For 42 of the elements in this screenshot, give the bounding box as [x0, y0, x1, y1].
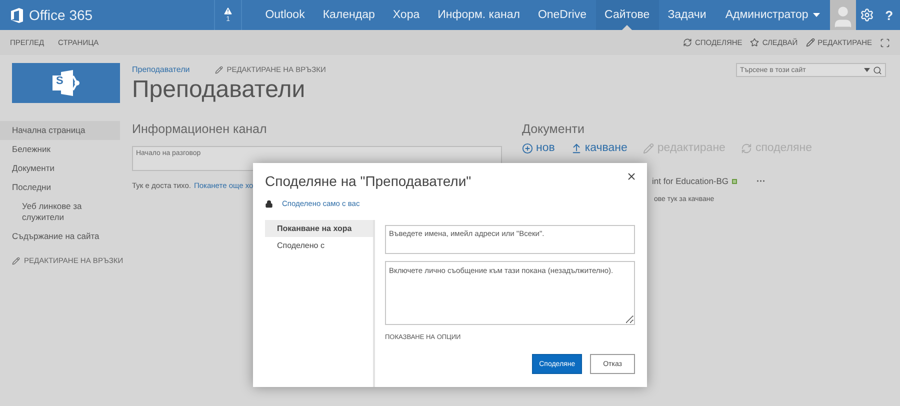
nav-link[interactable]: Бележник	[0, 140, 120, 159]
lock-icon	[265, 200, 273, 208]
site-title: Преподаватели	[132, 76, 306, 104]
office-logo-icon	[10, 8, 24, 22]
logo-letter: S	[56, 75, 64, 87]
breadcrumb-link[interactable]: Преподаватели	[132, 65, 190, 74]
nav-link[interactable]: Начална страница	[0, 121, 120, 140]
upload-icon	[570, 142, 582, 154]
dialog-title: Споделяне на "Преподаватели"	[265, 173, 472, 189]
nav-link[interactable]: Уеб линкове за служители	[0, 197, 120, 227]
section-heading: Документи	[522, 122, 586, 136]
document-action[interactable]: нов	[522, 142, 555, 154]
brand-name: Office 365	[29, 7, 93, 23]
nav-link[interactable]: Информ. канал	[428, 0, 529, 30]
user-menu[interactable]: Администратор	[715, 0, 830, 30]
pencil-icon	[214, 66, 223, 74]
document-link[interactable]: int for Education-BG	[652, 176, 737, 186]
search-icon	[873, 66, 882, 74]
nav-link[interactable]: Outlook	[256, 0, 314, 30]
new-icon	[522, 142, 533, 154]
nav-link[interactable]: Хора	[384, 0, 429, 30]
nav-link[interactable]: Документи	[0, 159, 120, 178]
nav-link[interactable]: Календар	[314, 0, 384, 30]
caret-icon	[864, 68, 870, 72]
nav-link[interactable]: Задачи	[658, 0, 716, 30]
dialog-tab[interactable]: Поканване на хора	[265, 220, 373, 237]
close-button[interactable]	[626, 171, 637, 182]
sharepoint-logo-icon	[51, 70, 81, 96]
nav-link[interactable]: Сайтове	[596, 0, 659, 30]
more-button[interactable]: ···	[756, 176, 766, 186]
nav-link[interactable]: OneDrive	[528, 0, 596, 30]
focus-icon[interactable]	[880, 38, 890, 48]
section-heading: Информационен канал	[132, 122, 268, 136]
caret-icon	[813, 13, 820, 17]
dialog-tab[interactable]: Споделено с	[265, 237, 373, 254]
pencil-icon	[12, 256, 20, 264]
document-action[interactable]: качване	[570, 142, 628, 154]
gear-icon	[860, 8, 874, 22]
nav-link[interactable]: Последни	[0, 178, 120, 197]
warning-icon	[223, 6, 234, 16]
nav-link[interactable]: Съдържание на сайта	[0, 227, 120, 246]
help-button[interactable]: ?	[878, 0, 900, 30]
